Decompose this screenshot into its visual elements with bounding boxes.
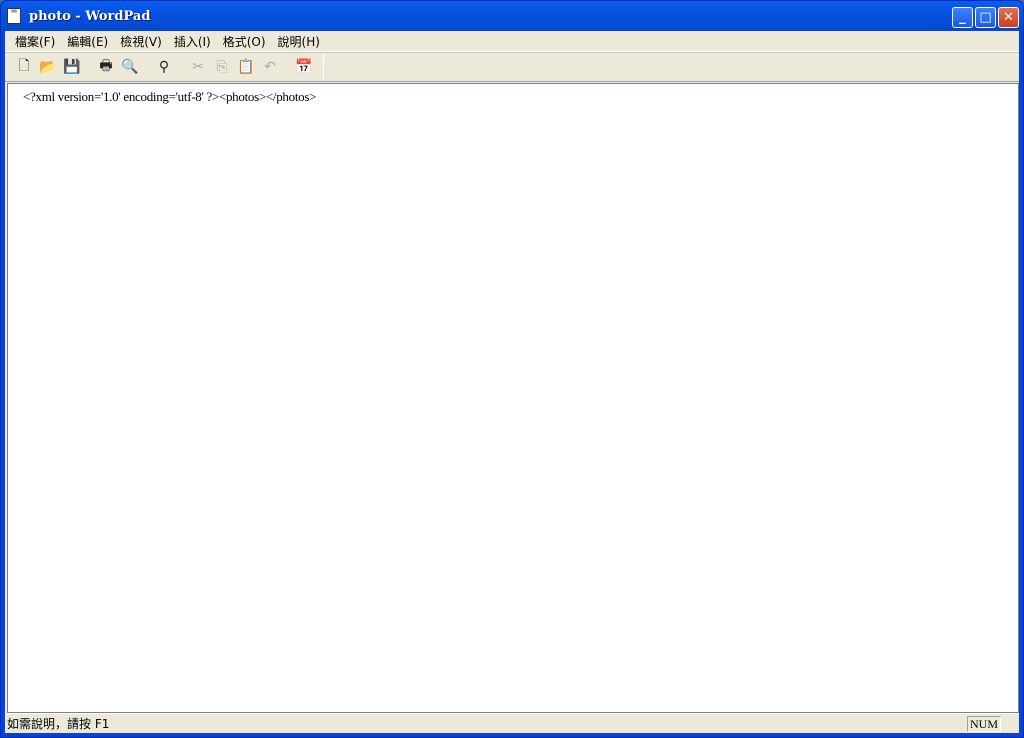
open-button[interactable]: 📂: [37, 56, 59, 78]
save-icon: 💾: [63, 59, 81, 75]
wordpad-window: ≡ photo - WordPad _ □ ✕ 檔案(F) 編輯(E) 檢視(V…: [0, 0, 1024, 738]
toolbar: 🗋 📂 💾 🖶 🔍 ⚲ ✂ ⎘ 📋 ↶ 📅: [5, 52, 1019, 82]
status-bar: 如需說明，請按 F1 NUM: [5, 713, 1019, 733]
close-button[interactable]: ✕: [998, 7, 1019, 28]
menu-file[interactable]: 檔案(F): [9, 33, 61, 50]
wordpad-app-icon[interactable]: ≡: [7, 7, 21, 24]
open-icon: 📂: [39, 59, 57, 75]
new-icon: 🗋: [18, 58, 30, 74]
menu-view[interactable]: 檢視(V): [114, 33, 168, 50]
menu-insert[interactable]: 插入(I): [168, 33, 217, 50]
copy-icon: ⎘: [216, 59, 228, 75]
maximize-button[interactable]: □: [975, 7, 996, 28]
document-text[interactable]: <?xml version='1.0' encoding='utf-8' ?><…: [8, 84, 1018, 105]
date-time-icon: 📅: [295, 59, 313, 75]
menu-format[interactable]: 格式(O): [217, 33, 272, 50]
window-title: photo - WordPad: [29, 8, 151, 24]
menu-help[interactable]: 說明(H): [272, 33, 326, 50]
title-bar[interactable]: ≡ photo - WordPad _ □ ✕: [1, 1, 1023, 31]
undo-icon: ↶: [264, 59, 276, 75]
menu-bar: 檔案(F) 編輯(E) 檢視(V) 插入(I) 格式(O) 說明(H): [5, 31, 1019, 52]
date-time-button[interactable]: 📅: [293, 56, 315, 78]
find-icon: ⚲: [158, 59, 170, 75]
print-preview-icon: 🔍: [121, 59, 139, 75]
undo-button[interactable]: ↶: [259, 56, 281, 78]
num-lock-indicator: NUM: [967, 715, 1001, 732]
toolbar-end-divider: [323, 54, 324, 80]
save-button[interactable]: 💾: [61, 56, 83, 78]
print-button[interactable]: 🖶: [95, 56, 117, 78]
new-button[interactable]: 🗋: [13, 56, 35, 78]
menu-edit[interactable]: 編輯(E): [61, 33, 114, 50]
copy-button[interactable]: ⎘: [211, 56, 233, 78]
cut-button[interactable]: ✂: [187, 56, 209, 78]
paste-button[interactable]: 📋: [235, 56, 257, 78]
print-icon: 🖶: [99, 58, 113, 74]
document-area[interactable]: <?xml version='1.0' encoding='utf-8' ?><…: [7, 83, 1019, 713]
find-button[interactable]: ⚲: [153, 56, 175, 78]
print-preview-button[interactable]: 🔍: [119, 56, 141, 78]
paste-icon: 📋: [237, 59, 255, 75]
minimize-button[interactable]: _: [952, 7, 973, 28]
cut-icon: ✂: [192, 59, 204, 75]
status-help-text: 如需說明，請按 F1: [7, 717, 110, 731]
